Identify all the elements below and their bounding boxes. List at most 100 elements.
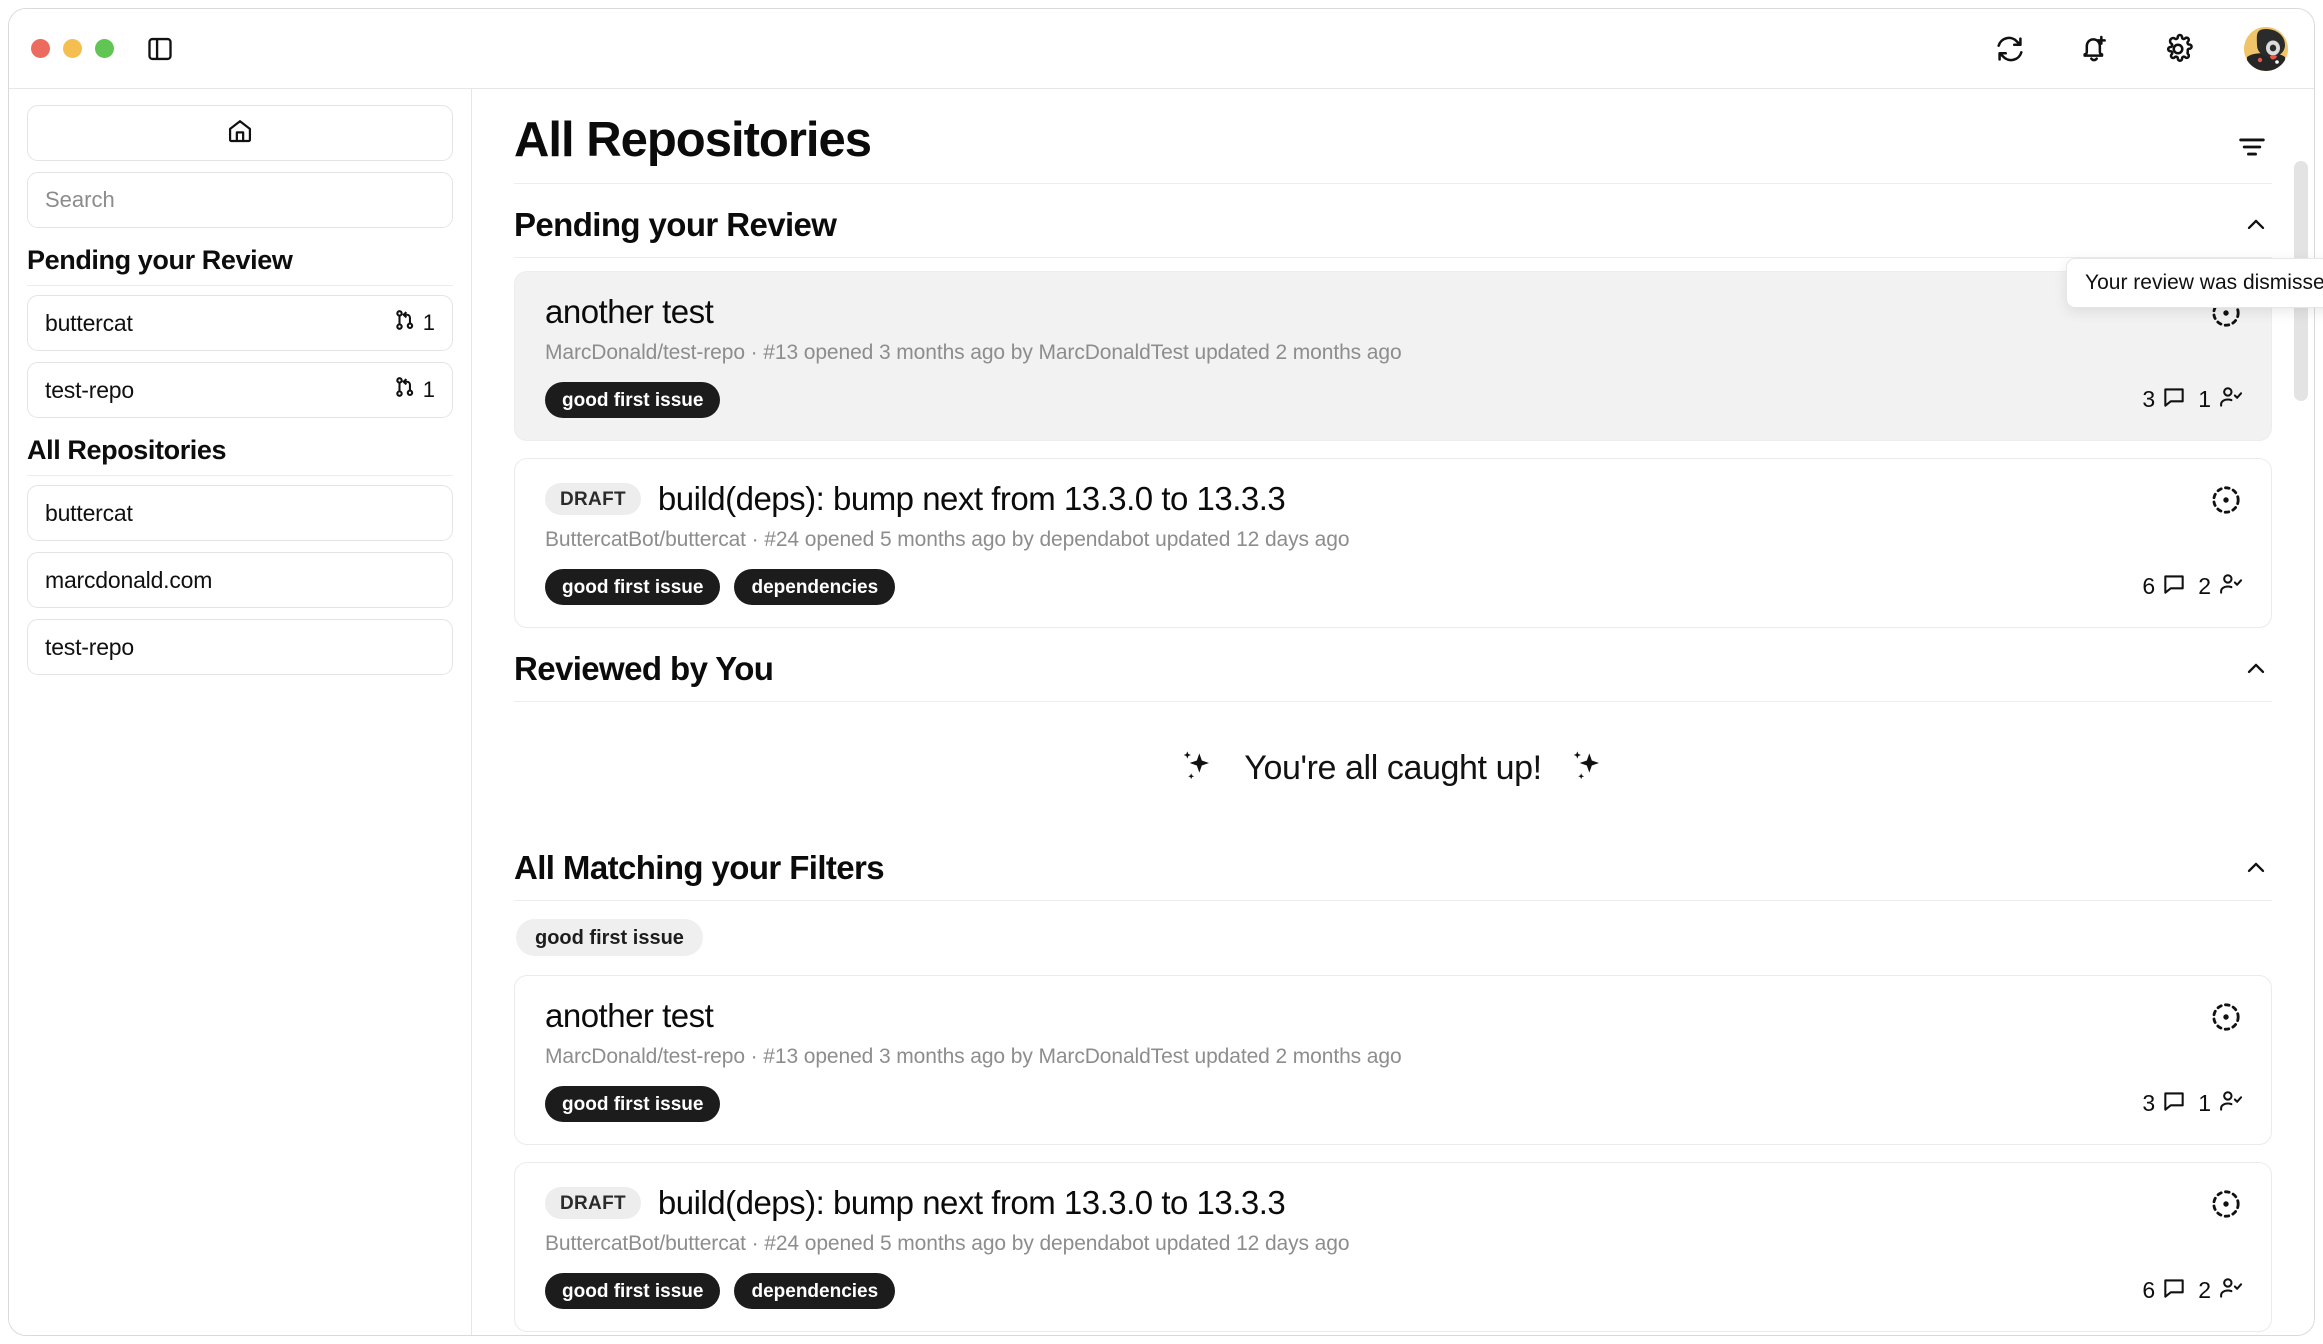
card-title-row: DRAFT build(deps): bump next from 13.3.0… [545,1184,2241,1222]
filter-icon[interactable] [2232,127,2272,167]
label-pill[interactable]: dependencies [734,568,896,605]
card-subtitle: MarcDonald/test-repo · #13 opened 3 mont… [545,340,1402,364]
bell-plus-icon[interactable] [2076,31,2112,67]
minimize-window-button[interactable] [63,39,82,58]
comment-icon [2161,384,2187,416]
section-title: Reviewed by You [514,649,774,687]
filter-chip[interactable]: good first issue [516,918,703,956]
section-pending-cards: another test MarcDonald/test-repo · #13 … [514,258,2272,628]
empty-state: You're all caught up! [514,702,2272,827]
section-header-matching[interactable]: All Matching your Filters [514,849,2272,901]
section-all-matching-filters: All Matching your Filters good first iss… [514,849,2272,1332]
sparkle-icon-left [1178,746,1218,791]
section-title: Pending your Review [514,206,837,243]
pull-request-icon [394,376,416,404]
person-check-icon [2217,1275,2243,1307]
titlebar-actions [1992,26,2288,71]
main-scroll-area: All Repositories Pending your Review ano… [472,89,2314,1335]
card-counts: 3 1 [2142,384,2243,416]
pull-request-card[interactable]: DRAFT build(deps): bump next from 13.3.0… [514,1161,2272,1332]
card-title-row: DRAFT build(deps): bump next from 13.3.0… [545,480,2241,518]
chevron-up-icon[interactable] [2240,852,2272,884]
card-title-row: another test [545,997,2241,1035]
reviewer-count: 1 [2198,386,2211,413]
pull-request-card[interactable]: another test MarcDonald/test-repo · #13 … [514,271,2272,441]
person-check-icon [2217,571,2243,603]
reviewer-count: 2 [2198,573,2211,600]
chevron-up-icon[interactable] [2240,209,2272,241]
card-labels: good first issue dependencies [545,1272,2241,1309]
refresh-icon[interactable] [1992,31,2028,67]
chevron-up-icon[interactable] [2240,653,2272,685]
card-title: build(deps): bump next from 13.3.0 to 13… [657,1183,1286,1221]
sidebar-item-label: buttercat [45,309,133,336]
sidebar-section-heading-pending: Pending your Review [27,245,453,286]
card-labels: good first issue [545,1085,2241,1122]
sidebar-item-meta: 1 [394,376,435,404]
review-dismissed-tooltip: Your review was dismissed [2066,258,2323,308]
card-title: build(deps): bump next from 13.3.0 to 13… [657,479,1286,517]
comment-count: 6 [2142,573,2156,600]
section-header-pending[interactable]: Pending your Review [514,206,2272,258]
sidebar-home-button[interactable] [27,105,453,161]
card-title: another test [545,996,714,1034]
sidebar-item-buttercat[interactable]: buttercat [27,485,453,541]
label-pill[interactable]: good first issue [545,381,721,418]
comment-count-group: 6 [2142,571,2187,603]
card-title-row: another test [545,293,2241,331]
sparkle-icon-right [1568,746,1608,791]
reviewer-count: 2 [2198,1277,2211,1304]
sidebar-section-heading-all: All Repositories [27,435,453,476]
sidebar-item-count: 1 [422,377,435,402]
comment-count-group: 3 [2142,1088,2187,1120]
label-pill[interactable]: dependencies [734,1272,896,1309]
sidebar-item-label: test-repo [45,633,134,660]
pr-open-dashed-icon[interactable] [2209,483,2243,517]
maximize-window-button[interactable] [95,39,114,58]
reviewer-count-group: 2 [2198,571,2243,603]
close-window-button[interactable] [31,39,50,58]
sidebar-item-meta: 1 [394,309,435,337]
card-subtitle: ButtercatBot/buttercat · #24 opened 5 mo… [545,527,1350,551]
window-controls [31,39,114,58]
section-header-reviewed[interactable]: Reviewed by You [514,650,2272,702]
card-counts: 6 2 [2142,1275,2243,1307]
sidebar-item-label: buttercat [45,499,133,526]
pr-open-dashed-icon[interactable] [2209,1000,2243,1034]
main-scrollbar-track[interactable] [2294,161,2308,1325]
user-avatar[interactable] [2244,26,2288,71]
draft-badge: DRAFT [545,1186,641,1219]
reviewer-count: 1 [2198,1090,2211,1117]
sidebar-item-test-repo[interactable]: test-repo [27,619,453,675]
card-labels: good first issue dependencies [545,568,2241,605]
sidebar-item-test-repo-pending[interactable]: test-repo 1 [27,362,453,418]
card-subtitle: MarcDonald/test-repo · #13 opened 3 mont… [545,1044,1402,1068]
comment-icon [2161,1088,2187,1120]
reviewer-count-group: 1 [2198,1088,2243,1120]
pull-request-card[interactable]: DRAFT build(deps): bump next from 13.3.0… [514,457,2272,628]
sidebar-item-marcdonald-com[interactable]: marcdonald.com [27,552,453,608]
main-content: All Repositories Pending your Review ano… [472,89,2314,1335]
app-window: Pending your Review buttercat [8,8,2315,1336]
sidebar-toggle-icon[interactable] [143,32,177,66]
pr-open-dashed-icon[interactable] [2209,1187,2243,1221]
label-pill[interactable]: good first issue [545,1085,721,1122]
card-counts: 3 1 [2142,1088,2243,1120]
active-filter-chips: good first issue [514,901,2272,962]
comment-icon [2161,571,2187,603]
gear-icon[interactable] [2160,31,2196,67]
label-pill[interactable]: good first issue [545,568,721,605]
search-input[interactable] [45,187,435,213]
comment-count: 3 [2142,1090,2156,1117]
home-icon [226,117,254,150]
section-title: All Matching your Filters [514,848,885,886]
comment-count: 6 [2142,1277,2156,1304]
sidebar-item-label: test-repo [45,376,134,403]
app-body: Pending your Review buttercat [9,89,2314,1335]
search-field[interactable] [27,172,453,228]
person-check-icon [2217,384,2243,416]
sidebar-item-buttercat-pending[interactable]: buttercat 1 [27,295,453,351]
label-pill[interactable]: good first issue [545,1272,721,1309]
pull-request-card[interactable]: another test MarcDonald/test-repo · #13 … [514,974,2272,1145]
comment-count-group: 6 [2142,1275,2187,1307]
